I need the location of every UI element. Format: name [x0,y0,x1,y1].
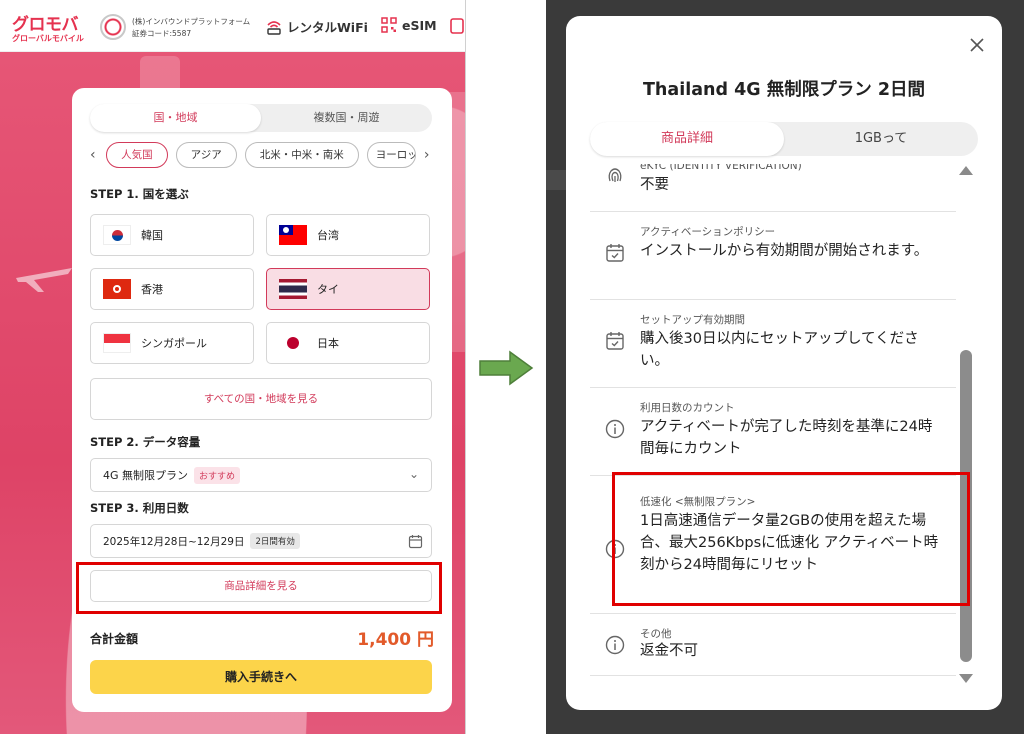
list-item: eKYC (IDENTITY VERIFICATION) 不要 [590,164,956,212]
hongkong-flag-icon [103,279,131,299]
validity-badge: 2日間有効 [250,533,300,549]
rental-wifi-link[interactable]: レンタルWiFi [266,17,368,36]
country-taiwan[interactable]: 台湾 [266,214,430,256]
korea-flag-icon [103,225,131,245]
scroll-down-arrow-icon[interactable] [959,674,973,683]
step3-heading: STEP 3. 利用日数 [90,501,189,515]
country-hongkong[interactable]: 香港 [90,268,254,310]
row-text: インストールから有効期間が開始されます。 [640,243,929,259]
highlight-box [76,562,442,614]
booking-card: 国・地域 複数国・周遊 ‹ 人気国 アジア 北米・中米・南米 ヨーロッパ › S… [72,88,452,712]
info-icon [605,419,625,439]
site-header: グロモバ グローバルモバイル (株)インバウンドプラットフォーム 証券コード:5… [0,0,465,52]
list-item: 利用日数のカウント アクティベートが完了した時刻を基準に24時間毎にカウント [590,388,956,476]
modal-tabs: 商品詳細 1GBって [590,122,978,156]
tab-about-1gb[interactable]: 1GBって [784,122,978,156]
row-text: 不要 [640,177,669,193]
highlight-box [612,472,970,606]
country-label: 日本 [317,337,339,350]
wifi-router-icon [267,20,281,35]
chevron-right-icon[interactable]: › [424,147,432,163]
esim-label: eSIM [402,17,437,33]
fingerprint-icon [608,168,622,182]
modal-title: Thailand 4G 無制限プラン 2日間 [643,80,925,100]
rental-wifi-label: レンタルWiFi [287,20,368,35]
country-label: 台湾 [317,229,339,242]
taiwan-flag-icon [279,225,307,245]
country-label: 香港 [141,283,163,296]
plan-value: 4G 無制限プラン [103,469,189,482]
logo-subtitle: グローバルモバイル [12,34,84,43]
chevron-down-icon: ⌄ [408,467,419,481]
list-item: その他 返金不可 [590,614,956,676]
logo[interactable]: グロモバ [12,10,79,35]
row-text: アクティベートが完了した時刻を基準に24時間毎にカウント [640,419,933,457]
data-plan-select[interactable]: 4G 無制限プラン おすすめ ⌄ [90,458,432,492]
country-thailand[interactable]: タイ [266,268,430,310]
region-filter: ‹ 人気国 アジア 北米・中米・南米 ヨーロッパ › [90,142,432,168]
product-details-modal: Thailand 4G 無制限プラン 2日間 商品詳細 1GBって eKYC (… [566,16,1002,710]
date-value: 2025年12月28日~12月29日 [103,535,245,548]
row-label: アクティベーションポリシー [640,226,776,238]
calendar-icon [606,244,624,262]
region-americas[interactable]: 北米・中米・南米 [244,142,359,168]
checkout-button[interactable]: 購入手続きへ [90,660,432,694]
company-seal-icon [100,14,126,40]
calendar-icon [408,535,423,549]
securities-code: 証券コード:5587 [132,29,192,38]
tab-product-details[interactable]: 商品詳細 [590,122,784,156]
esim-link[interactable]: eSIM [381,17,437,33]
singapore-flag-icon [103,333,131,353]
tab-single-country[interactable]: 国・地域 [90,104,261,132]
step1-heading: STEP 1. 国を選ぶ [90,187,189,201]
country-label: シンガポール [141,337,207,350]
country-label: 韓国 [141,229,163,242]
row-text: 購入後30日以内にセットアップしてください。 [640,331,919,369]
list-item: アクティベーションポリシー インストールから有効期間が開始されます。 [590,212,956,300]
total-label: 合計金額 [90,632,139,646]
japan-flag-icon [279,333,307,353]
region-asia[interactable]: アジア [175,142,237,168]
scroll-up-arrow-icon[interactable] [959,166,973,175]
company-info: (株)インバウンドプラットフォーム 証券コード:5587 [132,16,250,40]
left-screenshot: グロモバ グローバルモバイル (株)インバウンドプラットフォーム 証券コード:5… [0,0,466,734]
info-icon [605,635,625,655]
details-list[interactable]: eKYC (IDENTITY VERIFICATION) 不要 アクティベーショ… [590,164,956,694]
close-icon[interactable] [968,36,986,54]
date-range-field[interactable]: 2025年12月28日~12月29日 2日間有効 [90,524,432,558]
row-label: その他 [640,628,672,640]
region-europe[interactable]: ヨーロッパ [366,142,416,168]
airplane-decoration [16,268,72,292]
country-japan[interactable]: 日本 [266,322,430,364]
background-element [546,170,568,190]
right-screenshot: Thailand 4G 無制限プラン 2日間 商品詳細 1GBって eKYC (… [546,0,1024,734]
background-element [1000,268,1024,628]
list-item: セットアップ有効期間 購入後30日以内にセットアップしてください。 [590,300,956,388]
row-label: eKYC (IDENTITY VERIFICATION) [640,164,802,172]
region-popular[interactable]: 人気国 [106,142,168,168]
thailand-flag-icon [279,279,307,299]
all-countries-button[interactable]: すべての国・地域を見る [90,378,432,420]
country-singapore[interactable]: シンガポール [90,322,254,364]
company-name: (株)インバウンドプラットフォーム [132,17,251,26]
sim-card-icon[interactable] [450,18,464,34]
country-label: タイ [317,283,339,296]
calendar-icon [606,332,624,350]
chevron-left-icon[interactable]: ‹ [90,147,98,163]
total-price: 1,400 円 [357,630,434,650]
country-type-tabs: 国・地域 複数国・周遊 [90,104,432,132]
row-label: セットアップ有効期間 [640,314,745,326]
row-text: 返金不可 [640,643,698,659]
tab-multi-country[interactable]: 複数国・周遊 [261,104,432,132]
country-korea[interactable]: 韓国 [90,214,254,256]
qr-code-icon [381,17,397,33]
row-label: 利用日数のカウント [640,402,735,414]
step2-heading: STEP 2. データ容量 [90,435,201,449]
arrow-right-icon [479,350,534,386]
recommended-badge: おすすめ [194,466,241,484]
